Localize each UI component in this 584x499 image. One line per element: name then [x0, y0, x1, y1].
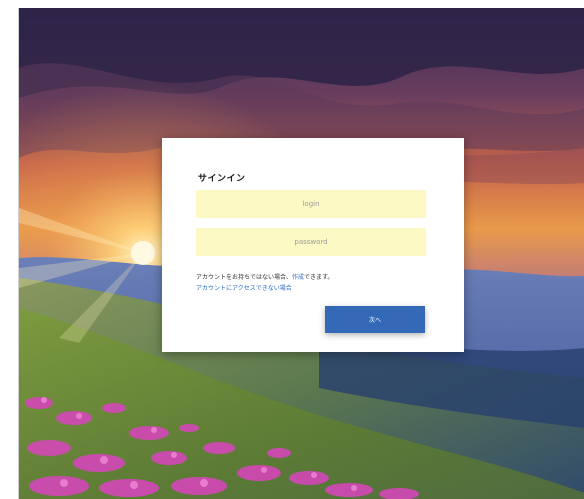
- no-account-suffix: できます。: [304, 274, 334, 281]
- next-button[interactable]: 次へ: [325, 306, 425, 333]
- no-account-line: アカウントをお持ちではない場合、作成できます。: [196, 272, 333, 283]
- signin-title: サインイン: [198, 174, 246, 184]
- cant-access-account-link[interactable]: アカウントにアクセスできない場合: [196, 283, 333, 294]
- login-input[interactable]: [196, 190, 426, 218]
- no-account-prefix: アカウントをお持ちではない場合、: [196, 274, 293, 281]
- signin-dialog: サインイン アカウントをお持ちではない場合、作成できます。 アカウントにアクセス…: [162, 138, 464, 352]
- password-input[interactable]: [196, 228, 426, 256]
- create-account-link[interactable]: 作成: [292, 274, 304, 281]
- account-help-text: アカウントをお持ちではない場合、作成できます。 アカウントにアクセスできない場合: [196, 272, 333, 294]
- window-frame: サインイン アカウントをお持ちではない場合、作成できます。 アカウントにアクセス…: [18, 8, 584, 499]
